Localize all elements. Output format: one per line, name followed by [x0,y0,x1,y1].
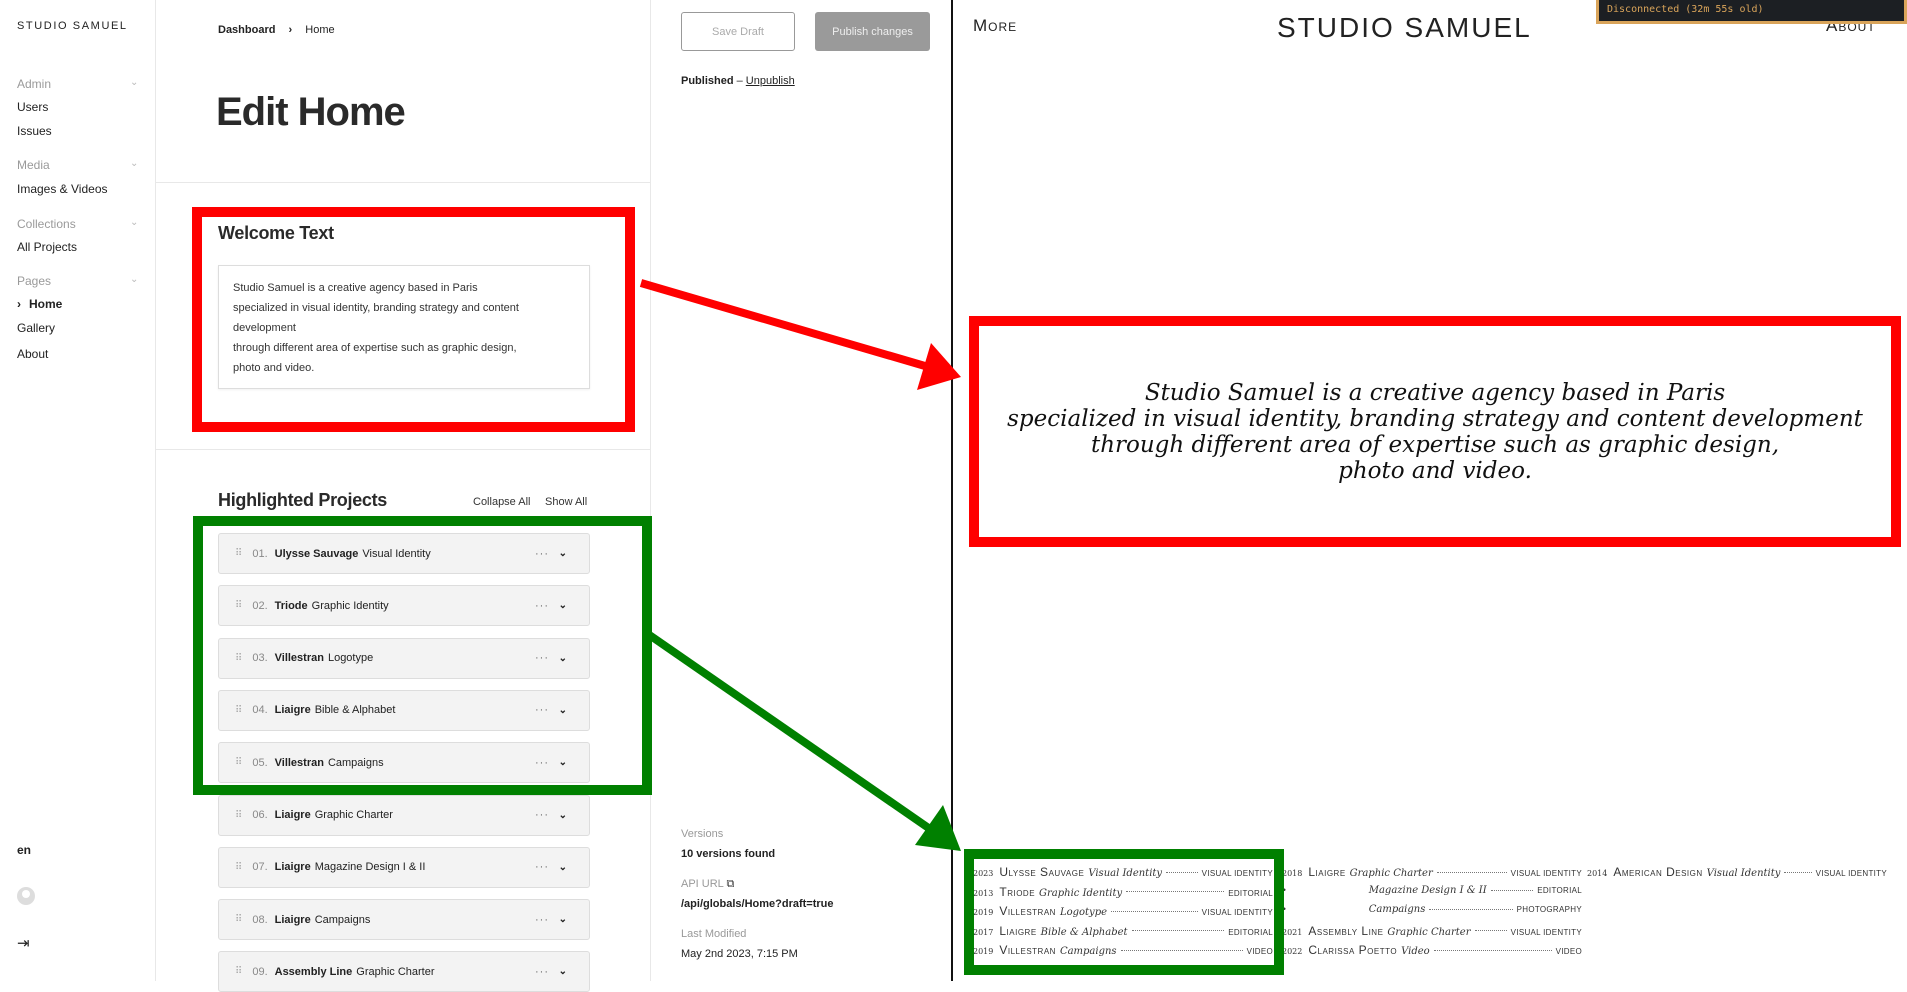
green-arrow-line [642,628,933,833]
annotation-arrows [639,279,961,851]
red-arrow-line [639,279,927,370]
